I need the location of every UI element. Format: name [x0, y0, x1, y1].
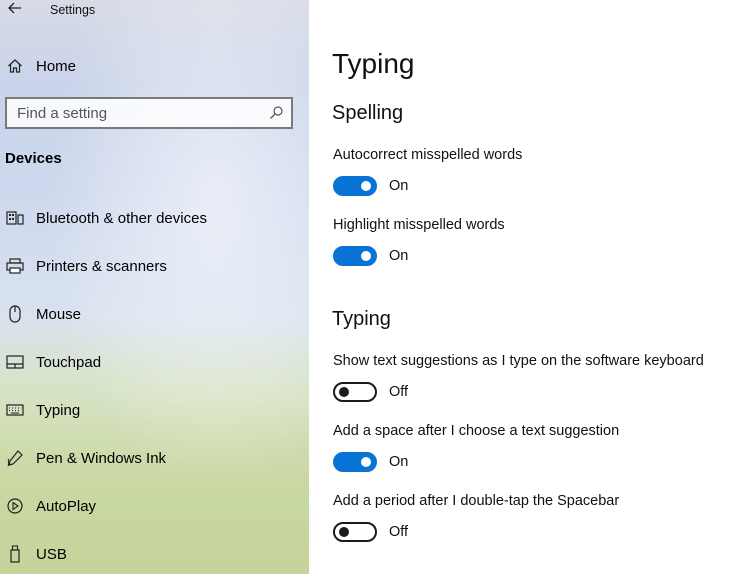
add-space-toggle[interactable] — [333, 452, 377, 472]
sidebar-item-touchpad[interactable]: Touchpad — [5, 350, 101, 374]
back-button[interactable] — [6, 1, 24, 19]
setting-label-autocorrect: Autocorrect misspelled words — [333, 147, 523, 163]
main-content: Typing Spelling Autocorrect misspelled w… — [309, 0, 741, 574]
sidebar-item-printers[interactable]: Printers & scanners — [5, 254, 167, 278]
highlight-toggle[interactable] — [333, 246, 377, 266]
setting-row-add-period: Off — [333, 521, 408, 543]
toggle-knob — [339, 527, 349, 537]
toggle-knob — [361, 457, 371, 467]
sidebar-item-label: Pen & Windows Ink — [36, 449, 167, 467]
text-suggestions-toggle[interactable] — [333, 382, 377, 402]
touchpad-icon — [5, 352, 25, 372]
setting-label-add-space: Add a space after I choose a text sugges… — [333, 423, 620, 439]
group-title-typing: Typing — [332, 308, 391, 330]
search-input[interactable] — [17, 103, 267, 123]
title-bar: Settings — [0, 0, 309, 22]
sidebar-item-typing[interactable]: Typing — [5, 398, 80, 422]
toggle-state-label: On — [389, 178, 409, 194]
sidebar-item-label: Bluetooth & other devices — [36, 209, 207, 227]
sidebar-item-label: USB — [36, 545, 67, 563]
bluetooth-devices-icon — [5, 208, 25, 228]
autoplay-icon — [5, 496, 25, 516]
search-icon[interactable] — [268, 105, 284, 121]
search-box[interactable] — [5, 97, 293, 129]
sidebar-item-home[interactable]: Home — [5, 54, 76, 78]
setting-label-text-suggestions: Show text suggestions as I type on the s… — [333, 353, 704, 369]
sidebar-item-label: Typing — [36, 401, 81, 419]
toggle-knob — [361, 251, 371, 261]
toggle-state-label: On — [389, 248, 409, 264]
sidebar-item-label: Touchpad — [36, 353, 102, 371]
sidebar-item-label: Home — [36, 57, 77, 75]
back-arrow-icon — [8, 2, 21, 14]
group-title-spelling: Spelling — [332, 102, 404, 124]
sidebar: Settings Home Devices Bluetooth & other … — [0, 0, 309, 574]
toggle-knob — [339, 387, 349, 397]
setting-label-highlight: Highlight misspelled words — [333, 217, 505, 233]
setting-row-autocorrect: On — [333, 175, 408, 197]
sidebar-item-usb[interactable]: USB — [5, 542, 67, 566]
add-period-toggle[interactable] — [333, 522, 377, 542]
sidebar-item-mouse[interactable]: Mouse — [5, 302, 81, 326]
setting-label-add-period: Add a period after I double-tap the Spac… — [333, 493, 620, 509]
sidebar-item-pen[interactable]: Pen & Windows Ink — [5, 446, 166, 470]
sidebar-item-autoplay[interactable]: AutoPlay — [5, 494, 96, 518]
sidebar-section-devices: Devices — [5, 150, 62, 167]
setting-row-text-suggestions: Off — [333, 381, 408, 403]
setting-row-highlight: On — [333, 245, 408, 267]
toggle-state-label: Off — [389, 384, 409, 400]
usb-icon — [5, 544, 25, 564]
sidebar-item-label: Printers & scanners — [36, 257, 167, 275]
sidebar-item-bluetooth[interactable]: Bluetooth & other devices — [5, 206, 207, 230]
app-title: Settings — [50, 3, 96, 17]
page-title: Typing — [332, 48, 415, 79]
toggle-state-label: On — [389, 454, 409, 470]
setting-row-add-space: On — [333, 451, 408, 473]
toggle-state-label: Off — [389, 524, 409, 540]
keyboard-icon — [5, 400, 25, 420]
pen-icon — [5, 448, 25, 468]
autocorrect-toggle[interactable] — [333, 176, 377, 196]
sidebar-item-label: Mouse — [36, 305, 82, 323]
toggle-knob — [361, 181, 371, 191]
sidebar-item-label: AutoPlay — [36, 497, 97, 515]
printer-icon — [5, 256, 25, 276]
home-icon — [5, 56, 25, 76]
mouse-icon — [5, 304, 25, 324]
